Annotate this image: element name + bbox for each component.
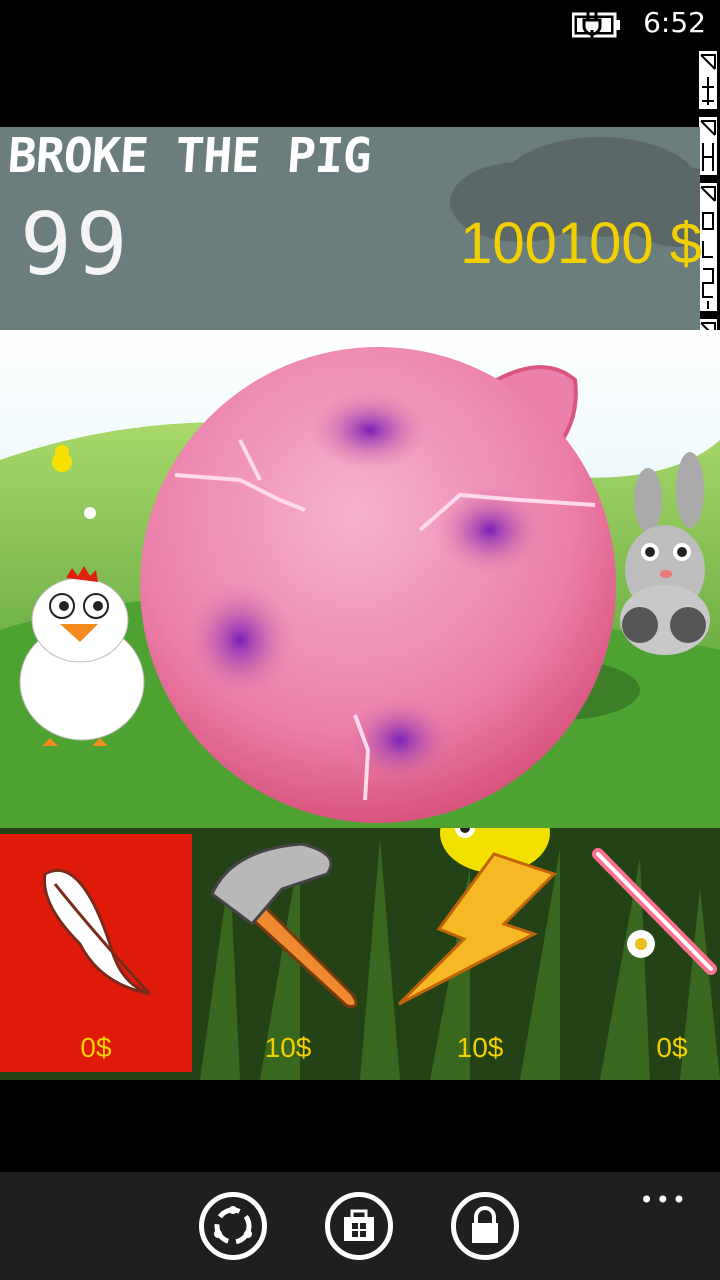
tool-feather[interactable]: 0$ xyxy=(0,834,192,1072)
tool-lightning[interactable]: 10$ xyxy=(384,834,576,1072)
tool-hammer[interactable]: 10$ xyxy=(192,834,384,1072)
tool-price: 10$ xyxy=(264,1032,312,1063)
hammer-icon xyxy=(210,842,358,1008)
tool-lightsaber[interactable]: 0$ xyxy=(576,834,720,1072)
more-menu-button[interactable]: ••• xyxy=(640,1186,688,1214)
game-scene[interactable] xyxy=(0,330,720,830)
daisy xyxy=(84,507,96,519)
refresh-button[interactable] xyxy=(199,1192,267,1260)
store-button[interactable] xyxy=(325,1192,393,1260)
store-icon xyxy=(344,1209,374,1241)
refresh-icon xyxy=(214,1206,252,1245)
status-bar: 6:52 xyxy=(0,0,720,50)
piggy-bank[interactable] xyxy=(140,347,616,823)
side-strip-cell xyxy=(698,116,718,176)
tool-price: 10$ xyxy=(456,1032,504,1063)
game-title: BROKE THE PIG xyxy=(6,128,373,184)
hits-counter: 99 xyxy=(20,195,132,295)
clock: 6:52 xyxy=(643,6,706,39)
lock-button[interactable] xyxy=(451,1192,519,1260)
feather-icon xyxy=(42,868,152,996)
battery-charging-icon xyxy=(571,10,622,44)
tool-price: 0$ xyxy=(656,1032,688,1063)
tool-price: 0$ xyxy=(80,1032,112,1063)
side-strip-cell xyxy=(698,50,718,110)
app-bar xyxy=(0,1172,720,1280)
lock-icon xyxy=(472,1206,498,1243)
money-counter: 100100 $ xyxy=(460,211,702,276)
lightsaber-icon xyxy=(592,848,717,975)
lightning-icon xyxy=(397,852,557,1006)
tool-bar: 0$ 10$ 10$ 0$ xyxy=(0,828,720,1080)
